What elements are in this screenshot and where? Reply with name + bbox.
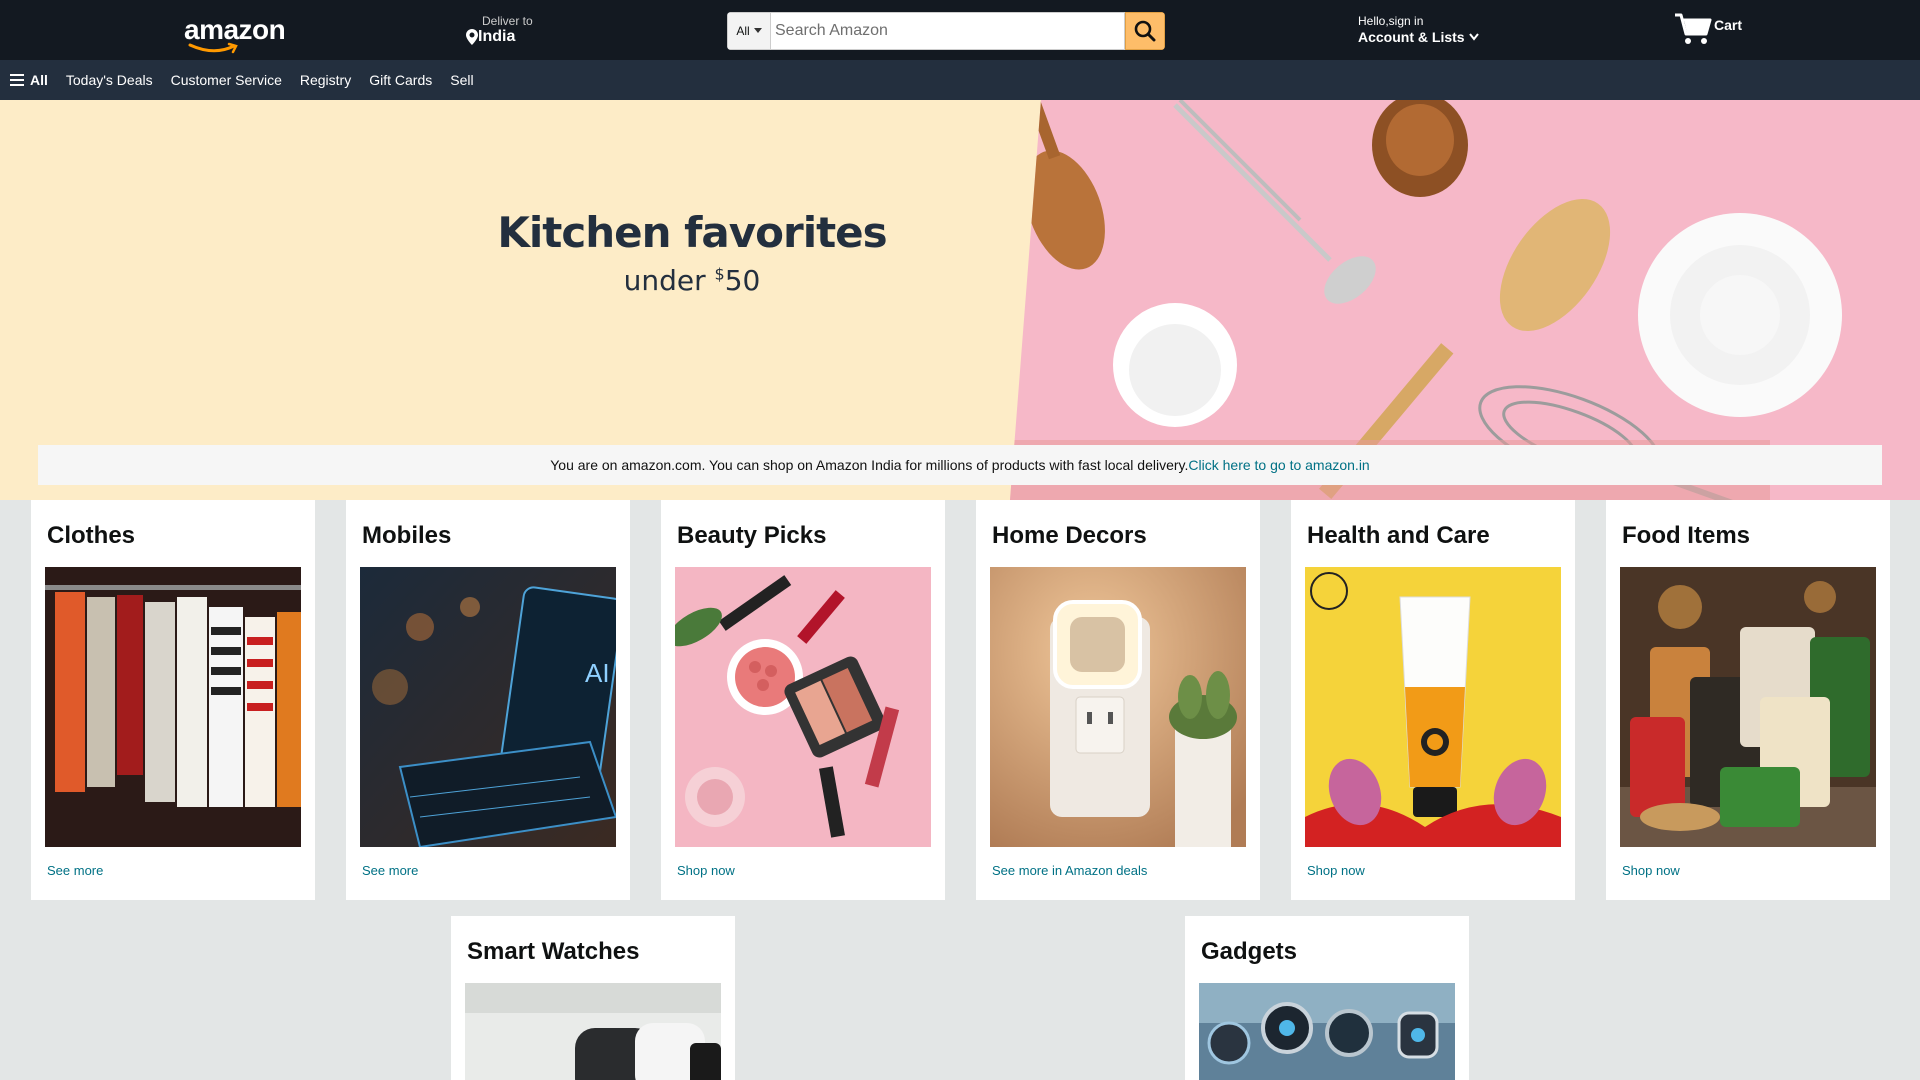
location-pin-icon (466, 29, 478, 45)
gadgets-watches-illustration (1199, 983, 1455, 1080)
hero-subtitle: under $50 (468, 264, 916, 297)
card-title: Food Items (1622, 522, 1751, 549)
regional-notice: You are on amazon.com. You can shop on A… (38, 445, 1882, 485)
kitchen-utensils-illustration (1010, 100, 1842, 500)
account-menu[interactable]: Hello,sign in Account & Lists (1358, 14, 1479, 46)
card-title: Home Decors (992, 522, 1147, 549)
card-link[interactable]: See more in Amazon deals (992, 863, 1147, 878)
chevron-down-icon (753, 28, 762, 33)
deliver-to[interactable]: Deliver to India (466, 14, 533, 46)
sunscreen-tube-illustration (1305, 567, 1561, 847)
cosmetics-illustration (675, 567, 931, 847)
card-link[interactable]: Shop now (677, 863, 735, 878)
hero-image (1010, 100, 1920, 500)
category-card-health: Health and Care Shop now (1291, 500, 1575, 900)
logo-text: amazon (184, 14, 286, 45)
card-title: Beauty Picks (677, 522, 827, 549)
cart-icon (1675, 13, 1712, 44)
search-input[interactable] (771, 12, 1125, 50)
gadgets-image[interactable] (1199, 983, 1455, 1080)
deliver-location: India (478, 28, 516, 45)
search-bar: All (727, 12, 1165, 50)
food-packets-illustration (1620, 567, 1876, 847)
nav-item-todays-deals[interactable]: Today's Deals (66, 72, 153, 88)
health-care-image[interactable] (1305, 567, 1561, 847)
mobiles-image[interactable]: AI (360, 567, 616, 847)
card-title: Health and Care (1307, 522, 1490, 549)
beauty-image[interactable] (675, 567, 931, 847)
card-link[interactable]: Shop now (1622, 863, 1680, 878)
category-card-home-decors: Home Decors See more in Amazon deals (976, 500, 1260, 900)
search-category-select[interactable]: All (727, 12, 771, 50)
nav-item-registry[interactable]: Registry (300, 72, 351, 88)
account-greeting: Hello,sign in (1358, 14, 1424, 28)
hamburger-menu-icon (10, 74, 24, 86)
search-button[interactable] (1125, 12, 1165, 50)
smartwatch-illustration (465, 983, 721, 1080)
amazon-logo[interactable]: amazon (184, 14, 286, 54)
nav-item-sell[interactable]: Sell (450, 72, 473, 88)
search-category-label: All (736, 24, 750, 38)
category-card-smart-watches: Smart Watches (451, 916, 735, 1080)
card-link[interactable]: Shop now (1307, 863, 1365, 878)
hero-subtitle-amount: 50 (724, 264, 761, 297)
food-items-image[interactable] (1620, 567, 1876, 847)
cart-button[interactable]: Cart (1674, 12, 1742, 46)
clothes-rack-illustration (45, 567, 301, 847)
logo-smile-icon (188, 42, 238, 54)
category-card-gadgets: Gadgets (1185, 916, 1469, 1080)
sub-navbar: All Today's Deals Customer Service Regis… (0, 60, 1920, 100)
ai-screen-text-icon: AI (585, 658, 610, 688)
hero-banner[interactable]: Kitchen favorites under $50 (0, 100, 1920, 500)
chevron-down-icon (1468, 33, 1479, 41)
card-title: Mobiles (362, 522, 452, 549)
card-title: Smart Watches (467, 938, 640, 965)
clothes-image[interactable] (45, 567, 301, 847)
hero-subtitle-currency: $ (714, 264, 725, 284)
notice-text: You are on amazon.com. You can shop on A… (550, 457, 1189, 473)
tech-device-illustration: AI (360, 567, 616, 847)
nav-item-gift-cards[interactable]: Gift Cards (369, 72, 432, 88)
card-title: Clothes (47, 522, 136, 549)
hero-subtitle-prefix: under (623, 264, 715, 297)
all-menu-button[interactable]: All (10, 72, 48, 88)
smart-watches-image[interactable] (465, 983, 721, 1080)
new-badge-icon (1310, 572, 1348, 610)
category-card-beauty: Beauty Picks Shop now (661, 500, 945, 900)
night-light-illustration (990, 567, 1246, 847)
search-icon (1134, 20, 1156, 42)
category-card-food: Food Items Shop now (1606, 500, 1890, 900)
card-title: Gadgets (1201, 938, 1298, 965)
category-card-mobiles: Mobiles AI See more (346, 500, 630, 900)
home-decors-image[interactable] (990, 567, 1246, 847)
deliver-label: Deliver to (482, 14, 533, 28)
hero-title: Kitchen favorites (497, 208, 887, 257)
top-navbar: amazon Deliver to India All Hello,sign (0, 0, 1920, 60)
nav-item-customer-service[interactable]: Customer Service (171, 72, 282, 88)
card-link[interactable]: See more (362, 863, 418, 878)
cart-label: Cart (1714, 17, 1743, 33)
all-menu-label: All (30, 72, 48, 88)
account-label: Account & Lists (1358, 29, 1465, 45)
card-link[interactable]: See more (47, 863, 103, 878)
category-card-clothes: Clothes See more (31, 500, 315, 900)
go-to-amazon-in-link[interactable]: Click here to go to amazon.in (1188, 457, 1369, 473)
